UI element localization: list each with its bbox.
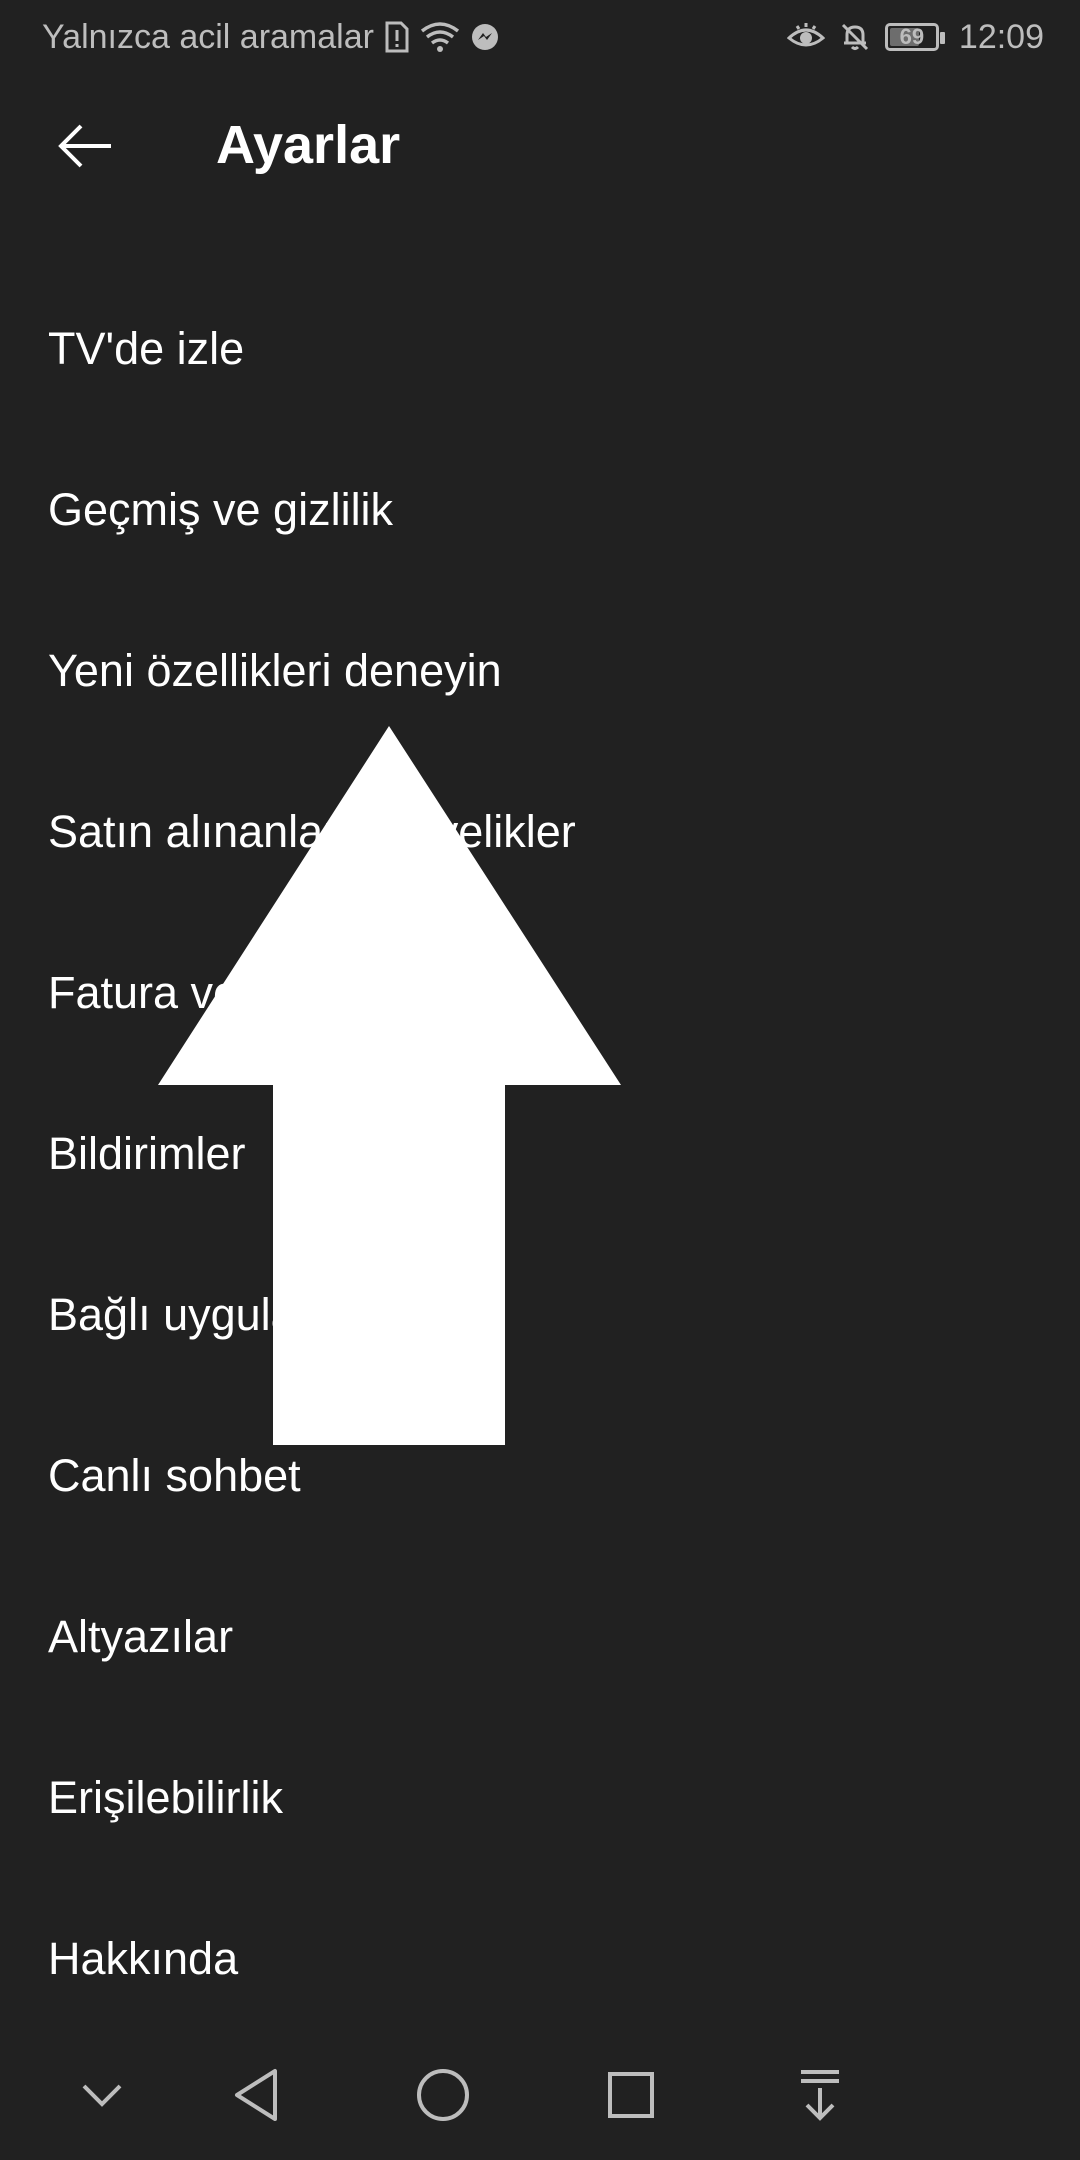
bell-off-icon [839,21,871,53]
nav-back-button[interactable] [216,2060,296,2130]
settings-item-label: Fatura ve ödemeler [48,966,439,1018]
settings-item-captions[interactable]: Altyazılar [0,1556,1080,1717]
status-bar: Yalnızca acil aramalar 69 12:09 [0,0,1080,74]
nav-notification-pulldown-button[interactable] [780,2060,860,2130]
carrier-text: Yalnızca acil aramalar [42,17,374,56]
settings-item-label: Bağlı uygulamalar [48,1288,409,1340]
app-bar: Ayarlar [0,74,1080,218]
wifi-icon [420,21,460,53]
settings-item-label: Satın alınanlar ve üyelikler [48,805,576,857]
settings-item-label: Geçmiş ve gizlilik [48,483,394,535]
settings-item-connected-apps[interactable]: Bağlı uygulamalar [0,1234,1080,1395]
status-time: 12:09 [958,17,1044,56]
settings-item-notifications[interactable]: Bildirimler [0,1073,1080,1234]
navigation-bar [0,2030,1080,2160]
home-circle-icon [417,2069,469,2121]
settings-item-about[interactable]: Hakkında [0,1878,1080,2039]
page-title: Ayarlar [216,115,401,175]
settings-item-billing[interactable]: Fatura ve ödemeler [0,912,1080,1073]
settings-item-label: Hakkında [48,1932,239,1984]
chevron-down-icon [82,2084,122,2107]
settings-item-purchases-memberships[interactable]: Satın alınanlar ve üyelikler [0,751,1080,912]
settings-item-label: Bildirimler [48,1127,246,1179]
sim-alert-icon [384,21,410,53]
settings-list: TV'de izle Geçmiş ve gizlilik Yeni özell… [0,268,1080,2039]
settings-item-label: Canlı sohbet [48,1449,301,1501]
back-triangle-icon [235,2069,277,2121]
nav-recents-button[interactable] [591,2060,671,2130]
nav-home-button[interactable] [403,2060,483,2130]
battery-icon: 69 [884,23,945,51]
status-right: 69 12:09 [786,17,1044,57]
messenger-icon [470,22,500,52]
arrow-left-icon [58,124,111,168]
back-button[interactable] [40,110,130,182]
settings-item-label: Altyazılar [48,1610,234,1662]
settings-item-accessibility[interactable]: Erişilebilirlik [0,1717,1080,1878]
status-left: Yalnızca acil aramalar [42,18,500,57]
eye-icon [786,22,825,52]
settings-item-label: Yeni özellikleri deneyin [48,644,502,696]
recents-square-icon [608,2072,654,2118]
settings-item-label: Erişilebilirlik [48,1771,284,1823]
settings-item-label: TV'de izle [48,322,245,374]
battery-level: 69 [899,24,925,49]
settings-item-live-chat[interactable]: Canlı sohbet [0,1395,1080,1556]
settings-item-try-new-features[interactable]: Yeni özellikleri deneyin [0,590,1080,751]
notification-pulldown-icon [801,2070,839,2121]
settings-item-history-privacy[interactable]: Geçmiş ve gizlilik [0,429,1080,590]
settings-item-tv[interactable]: TV'de izle [0,268,1080,429]
chevron-down-button[interactable] [62,2060,142,2130]
